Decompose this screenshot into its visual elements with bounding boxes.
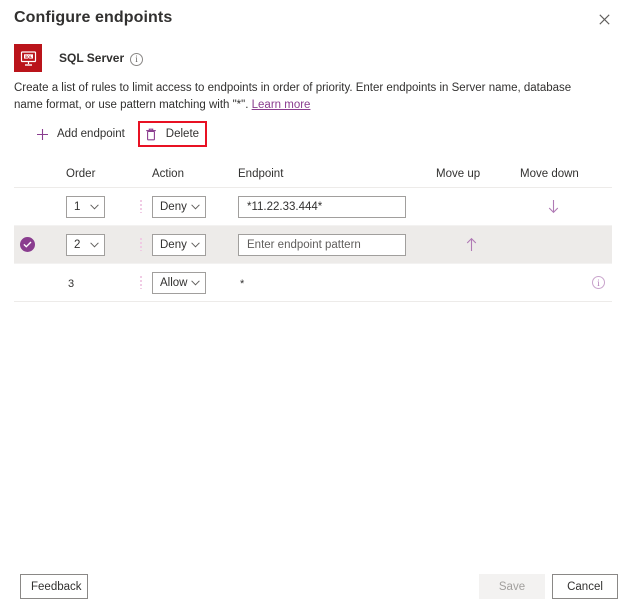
drag-handle-dots	[140, 276, 142, 289]
column-header-action: Action	[152, 167, 184, 180]
panel-header: Configure endpoints	[0, 0, 626, 36]
order-value: 3	[68, 277, 75, 290]
action-value: Allow	[160, 276, 188, 289]
column-header-move-down: Move down	[520, 167, 579, 180]
drag-handle[interactable]	[130, 238, 152, 251]
endpoint-cell	[238, 195, 428, 218]
table-header-row: Order Action Endpoint Move up Move down	[14, 160, 612, 188]
order-cell: 3	[40, 276, 130, 290]
page-title: Configure endpoints	[14, 9, 173, 26]
learn-more-link[interactable]: Learn more	[252, 99, 311, 111]
delete-button-highlight: Delete	[137, 121, 208, 147]
arrow-down-icon	[547, 199, 560, 214]
save-button[interactable]: Save	[479, 574, 545, 599]
column-header-move-up: Move up	[436, 167, 481, 180]
feedback-button[interactable]: Feedback	[20, 574, 88, 599]
row-checkbox-checked-icon[interactable]	[19, 237, 35, 252]
action-dropdown[interactable]: Deny	[152, 233, 206, 256]
endpoint-cell	[238, 233, 428, 256]
resource-name: SQL Server	[59, 51, 125, 65]
chevron-down-icon	[90, 203, 99, 210]
svg-text:SQL: SQL	[25, 55, 32, 59]
close-icon	[598, 13, 610, 25]
move-down-cell	[514, 198, 592, 216]
add-endpoint-label: Add endpoint	[57, 128, 125, 140]
row-info-cell: i	[592, 276, 618, 289]
endpoint-cell: *	[238, 276, 428, 290]
order-cell: 1	[40, 195, 130, 218]
drag-handle-dots	[140, 238, 142, 251]
action-cell: Deny	[152, 195, 238, 218]
order-cell: 2	[40, 233, 130, 256]
chevron-down-icon	[191, 241, 200, 248]
action-dropdown[interactable]: Allow	[152, 271, 206, 294]
add-endpoint-button[interactable]: Add endpoint	[31, 124, 129, 144]
action-dropdown[interactable]: Deny	[152, 195, 206, 218]
action-cell: Deny	[152, 233, 238, 256]
chevron-down-icon	[90, 241, 99, 248]
sql-server-icon: SQL	[14, 44, 42, 72]
plus-icon	[35, 127, 50, 142]
drag-handle[interactable]	[130, 276, 152, 289]
description-text: Create a list of rules to limit access t…	[14, 80, 598, 114]
move-up-button[interactable]	[462, 236, 480, 254]
column-header-endpoint: Endpoint	[238, 167, 284, 180]
delete-label: Delete	[165, 128, 200, 140]
order-dropdown[interactable]: 1	[66, 195, 105, 218]
action-value: Deny	[160, 238, 187, 251]
table-row[interactable]: 3 Allow * i	[14, 264, 612, 302]
endpoint-value: *	[240, 277, 245, 290]
close-button[interactable]	[590, 6, 618, 32]
chevron-down-icon	[191, 203, 200, 210]
info-icon[interactable]: i	[130, 52, 144, 66]
drag-handle-dots	[140, 200, 142, 213]
action-cell: Allow	[152, 271, 238, 294]
command-bar: Add endpoint Delete	[31, 121, 208, 147]
table-row[interactable]: 2 Deny	[14, 226, 612, 264]
action-value: Deny	[160, 200, 187, 213]
arrow-up-icon	[465, 237, 478, 252]
cancel-button[interactable]: Cancel	[552, 574, 618, 599]
order-value: 1	[74, 200, 81, 213]
trash-icon	[144, 127, 159, 142]
row-select-cell[interactable]	[14, 237, 40, 252]
table-row[interactable]: 1 Deny	[14, 188, 612, 226]
endpoint-input[interactable]	[238, 195, 406, 218]
chevron-down-icon	[191, 279, 200, 286]
endpoints-table: Order Action Endpoint Move up Move down …	[14, 160, 612, 302]
drag-handle[interactable]	[130, 200, 152, 213]
delete-button[interactable]: Delete	[142, 124, 201, 144]
resource-identity: SQL SQL Server i	[14, 44, 144, 72]
row-info-icon[interactable]: i	[592, 276, 605, 289]
footer-bar: Feedback Save Cancel	[0, 565, 626, 609]
column-header-order: Order	[66, 167, 96, 180]
endpoint-input[interactable]	[238, 233, 406, 256]
move-down-button[interactable]	[544, 198, 562, 216]
order-value: 2	[74, 238, 81, 251]
order-dropdown[interactable]: 2	[66, 233, 105, 256]
move-up-cell	[428, 236, 514, 254]
